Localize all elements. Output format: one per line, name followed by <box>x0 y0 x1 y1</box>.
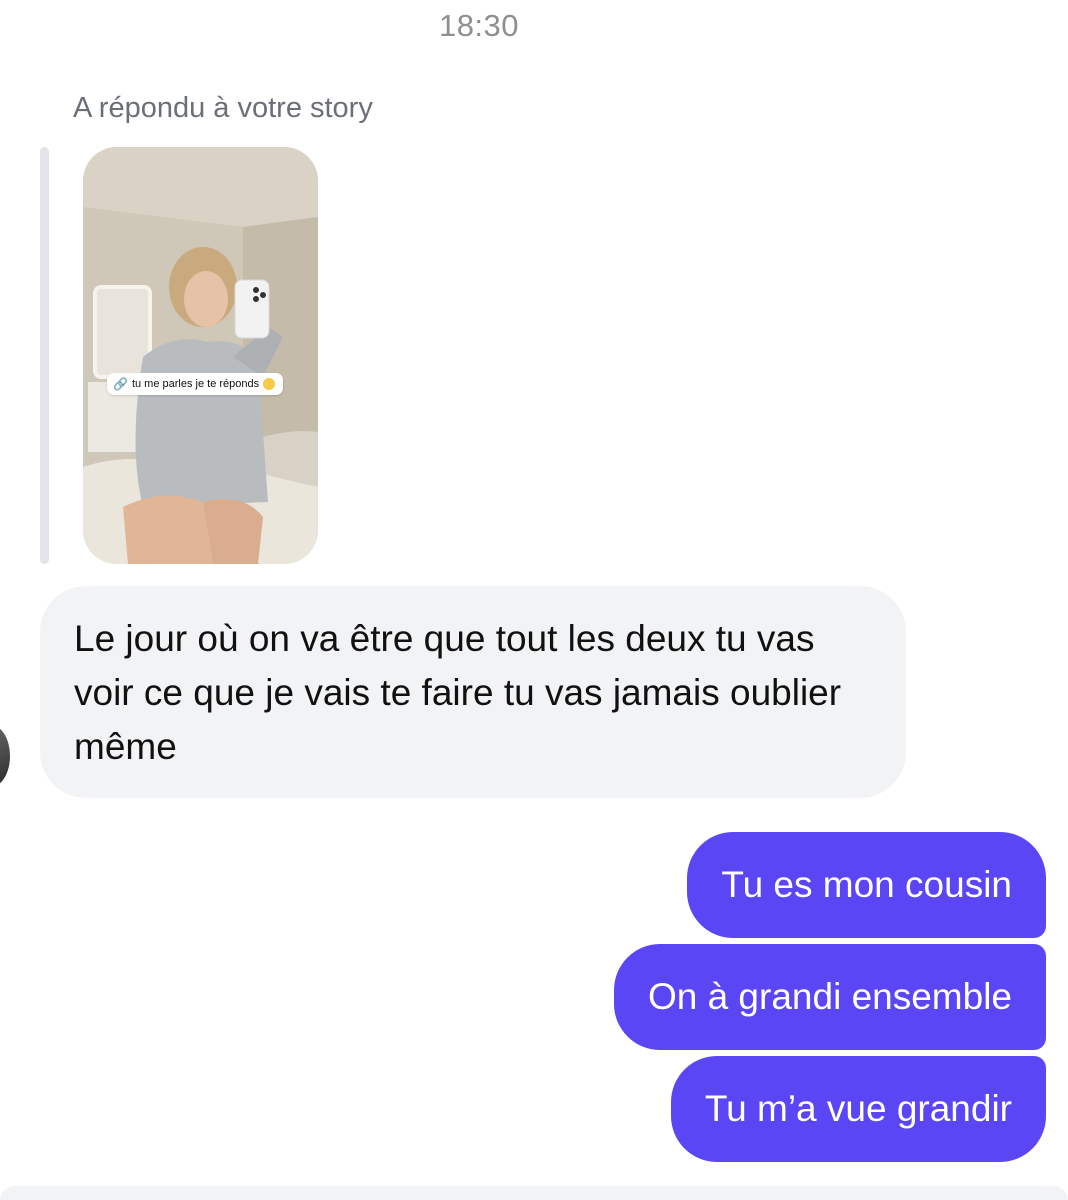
story-link-sticker[interactable]: 🔗 tu me parles je te réponds <box>107 373 284 395</box>
sender-avatar[interactable] <box>0 725 10 787</box>
story-thumbnail[interactable]: 🔗 tu me parles je te réponds <box>83 147 318 564</box>
outgoing-message-bubble[interactable]: On à grandi ensemble <box>613 944 1046 1050</box>
outgoing-message-text: Tu m’a vue grandir <box>704 1088 1012 1129</box>
outgoing-message-bubble[interactable]: Tu es mon cousin <box>687 832 1046 938</box>
outgoing-message-text: Tu es mon cousin <box>721 864 1012 905</box>
story-reply-label: A répondu à votre story <box>73 92 373 124</box>
smiling-face-emoji-icon <box>263 378 276 390</box>
incoming-message-bubble[interactable]: Le jour où on va être que tout les deux … <box>40 586 906 798</box>
message-timestamp: 18:30 <box>438 8 520 43</box>
story-quote-bar <box>40 147 49 564</box>
incoming-message-text: Le jour où on va être que tout les deux … <box>74 618 842 767</box>
sticker-text: tu me parles je te réponds <box>131 378 260 390</box>
link-icon: 🔗 <box>113 377 128 391</box>
story-photo <box>83 147 318 564</box>
outgoing-message-bubble[interactable]: Tu m’a vue grandir <box>670 1056 1046 1162</box>
outgoing-message-text: On à grandi ensemble <box>647 976 1012 1017</box>
message-composer[interactable] <box>0 1186 1068 1200</box>
